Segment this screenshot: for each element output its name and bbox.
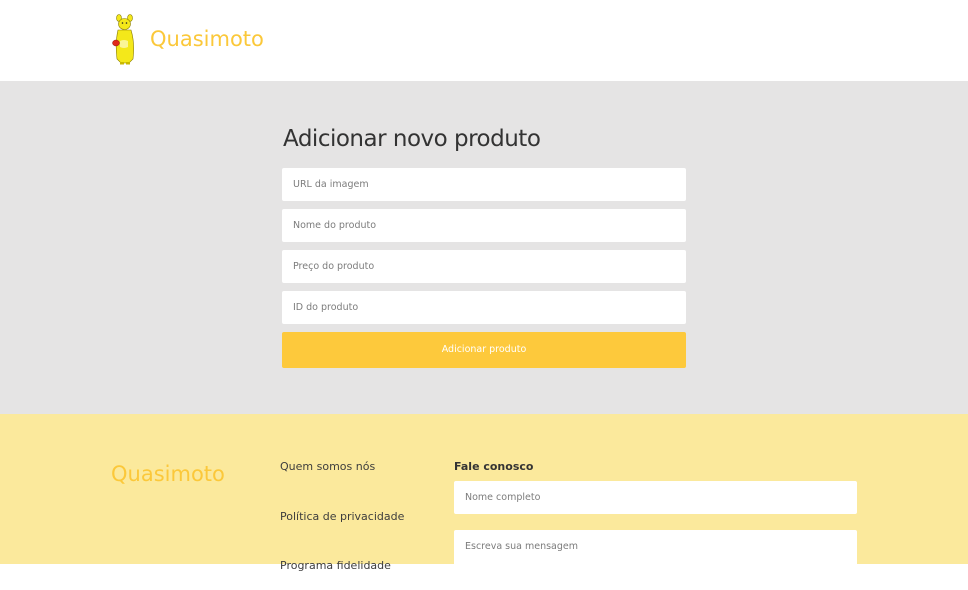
contact-title: Fale conosco [454, 460, 534, 473]
page-title: Adicionar novo produto [283, 126, 541, 152]
add-product-section: Adicionar novo produto Adicionar produto [0, 81, 968, 414]
footer-brand: Quasimoto [111, 462, 225, 486]
product-name-input[interactable] [282, 209, 686, 242]
footer-link-privacy[interactable]: Política de privacidade [280, 510, 404, 523]
site-header: Quasimoto [0, 0, 968, 81]
yellow-figure-logo-icon[interactable] [111, 13, 139, 65]
add-product-button[interactable]: Adicionar produto [282, 332, 686, 368]
contact-message-input[interactable] [454, 530, 857, 590]
product-id-input[interactable] [282, 291, 686, 324]
brand-name[interactable]: Quasimoto [150, 27, 264, 51]
site-footer: Quasimoto Quem somos nós Política de pri… [0, 414, 968, 590]
contact-name-input[interactable] [454, 481, 857, 514]
product-price-input[interactable] [282, 250, 686, 283]
image-url-input[interactable] [282, 168, 686, 201]
footer-link-loyalty[interactable]: Programa fidelidade [280, 559, 391, 572]
footer-link-about[interactable]: Quem somos nós [280, 460, 375, 473]
